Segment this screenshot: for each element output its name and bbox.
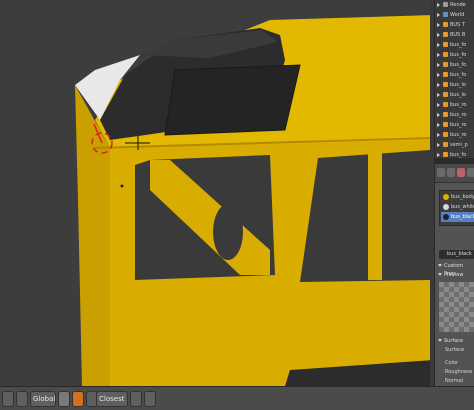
proportional-edit-icon[interactable] (72, 391, 84, 407)
outliner-row[interactable]: bus_fo (435, 40, 474, 50)
surface-panel-header[interactable]: Surface (435, 337, 474, 345)
object-icon (443, 32, 448, 37)
render-tab-icon[interactable] (437, 168, 445, 177)
expand-icon[interactable] (437, 133, 440, 137)
snap-align-icon[interactable] (130, 391, 142, 407)
object-icon (443, 122, 448, 127)
expand-icon[interactable] (437, 3, 440, 7)
viewport-header-bar: Global Closest (0, 386, 474, 410)
expand-icon[interactable] (437, 103, 440, 107)
object-icon (443, 62, 448, 67)
object-icon (443, 52, 448, 57)
expand-icon[interactable] (437, 13, 440, 17)
outliner-row[interactable]: bus_fo (435, 70, 474, 80)
object-icon (443, 132, 448, 137)
outliner-row[interactable]: bus_ro (435, 110, 474, 120)
texture-tab-icon[interactable] (467, 168, 474, 177)
material-slot[interactable]: bus_white (441, 202, 474, 212)
roof-vent (164, 64, 301, 136)
viewport-scene (75, 15, 434, 386)
manipulator-icon[interactable] (16, 391, 28, 407)
object-icon (443, 92, 448, 97)
object-icon (443, 72, 448, 77)
outliner-row[interactable]: BUS T (435, 20, 474, 30)
object-icon (443, 22, 448, 27)
camera-icon (443, 2, 448, 7)
expand-icon[interactable] (437, 83, 440, 87)
material-tab-icon[interactable] (457, 168, 465, 177)
window-1-hole (213, 204, 243, 260)
object-icon (443, 112, 448, 117)
expand-icon[interactable] (437, 43, 440, 47)
outliner-row[interactable]: bus_fo (435, 50, 474, 60)
material-slot-list: bus_body bus_white bus_black (439, 190, 474, 226)
collapse-icon (438, 264, 442, 267)
3d-viewport[interactable] (0, 0, 434, 386)
render-icon[interactable] (144, 391, 156, 407)
pivot-icon[interactable] (2, 391, 14, 407)
properties-sidebar: Rende World BUS T BUS B bus_fo bus_fo bu… (434, 0, 474, 386)
snap-target-dropdown[interactable]: Closest (96, 391, 128, 407)
outliner-row[interactable]: bus_fo (435, 60, 474, 70)
orientation-dropdown[interactable]: Global (30, 391, 56, 407)
expand-icon[interactable] (437, 23, 440, 27)
outliner-row[interactable]: Rende (435, 0, 474, 10)
material-color-icon (443, 214, 449, 220)
outliner-row[interactable]: bus_ro (435, 130, 474, 140)
collapse-icon (438, 339, 442, 342)
material-slot[interactable]: bus_body (441, 192, 474, 202)
expand-icon[interactable] (437, 53, 440, 57)
properties-tabs (435, 164, 474, 183)
outliner-row[interactable]: semi_p (435, 140, 474, 150)
expand-icon[interactable] (437, 143, 440, 147)
expand-icon[interactable] (437, 153, 440, 157)
window-2 (300, 150, 430, 282)
roughness-row[interactable]: Roughness (435, 368, 474, 377)
expand-icon[interactable] (437, 93, 440, 97)
normal-row[interactable]: Normal (435, 377, 474, 386)
object-icon (443, 102, 448, 107)
material-name-field[interactable]: bus_black (439, 250, 474, 259)
outliner-row[interactable]: bus_lo (435, 80, 474, 90)
color-row[interactable]: Color (435, 359, 474, 368)
outliner-row[interactable]: BUS B (435, 30, 474, 40)
expand-icon[interactable] (437, 113, 440, 117)
object-tab-icon[interactable] (447, 168, 455, 177)
outliner-row[interactable]: bus_ro (435, 100, 474, 110)
material-color-icon (443, 204, 449, 210)
object-icon (443, 42, 448, 47)
object-icon (443, 82, 448, 87)
object-icon (443, 152, 448, 157)
preview-panel-header[interactable]: Preview (435, 271, 474, 279)
outliner-row[interactable]: bus_ro (435, 120, 474, 130)
material-slot-selected[interactable]: bus_black (441, 212, 474, 222)
custom-properties-panel-header[interactable]: Custom Prop (435, 262, 474, 277)
expand-icon[interactable] (437, 73, 440, 77)
collapse-icon (438, 273, 442, 276)
object-icon (443, 142, 448, 147)
vertex-dot (120, 184, 124, 188)
outliner-row[interactable]: World (435, 10, 474, 20)
layer-icon[interactable] (58, 391, 70, 407)
expand-icon[interactable] (437, 63, 440, 67)
outliner-row[interactable]: bus_lo (435, 90, 474, 100)
surface-shader-row[interactable]: Surface (435, 346, 474, 355)
window-2-mullion (368, 150, 382, 280)
material-preview (439, 282, 474, 332)
material-color-icon (443, 194, 449, 200)
expand-icon[interactable] (437, 123, 440, 127)
outliner-panel: Rende World BUS T BUS B bus_fo bus_fo bu… (435, 0, 474, 158)
expand-icon[interactable] (437, 33, 440, 37)
world-icon (443, 12, 448, 17)
